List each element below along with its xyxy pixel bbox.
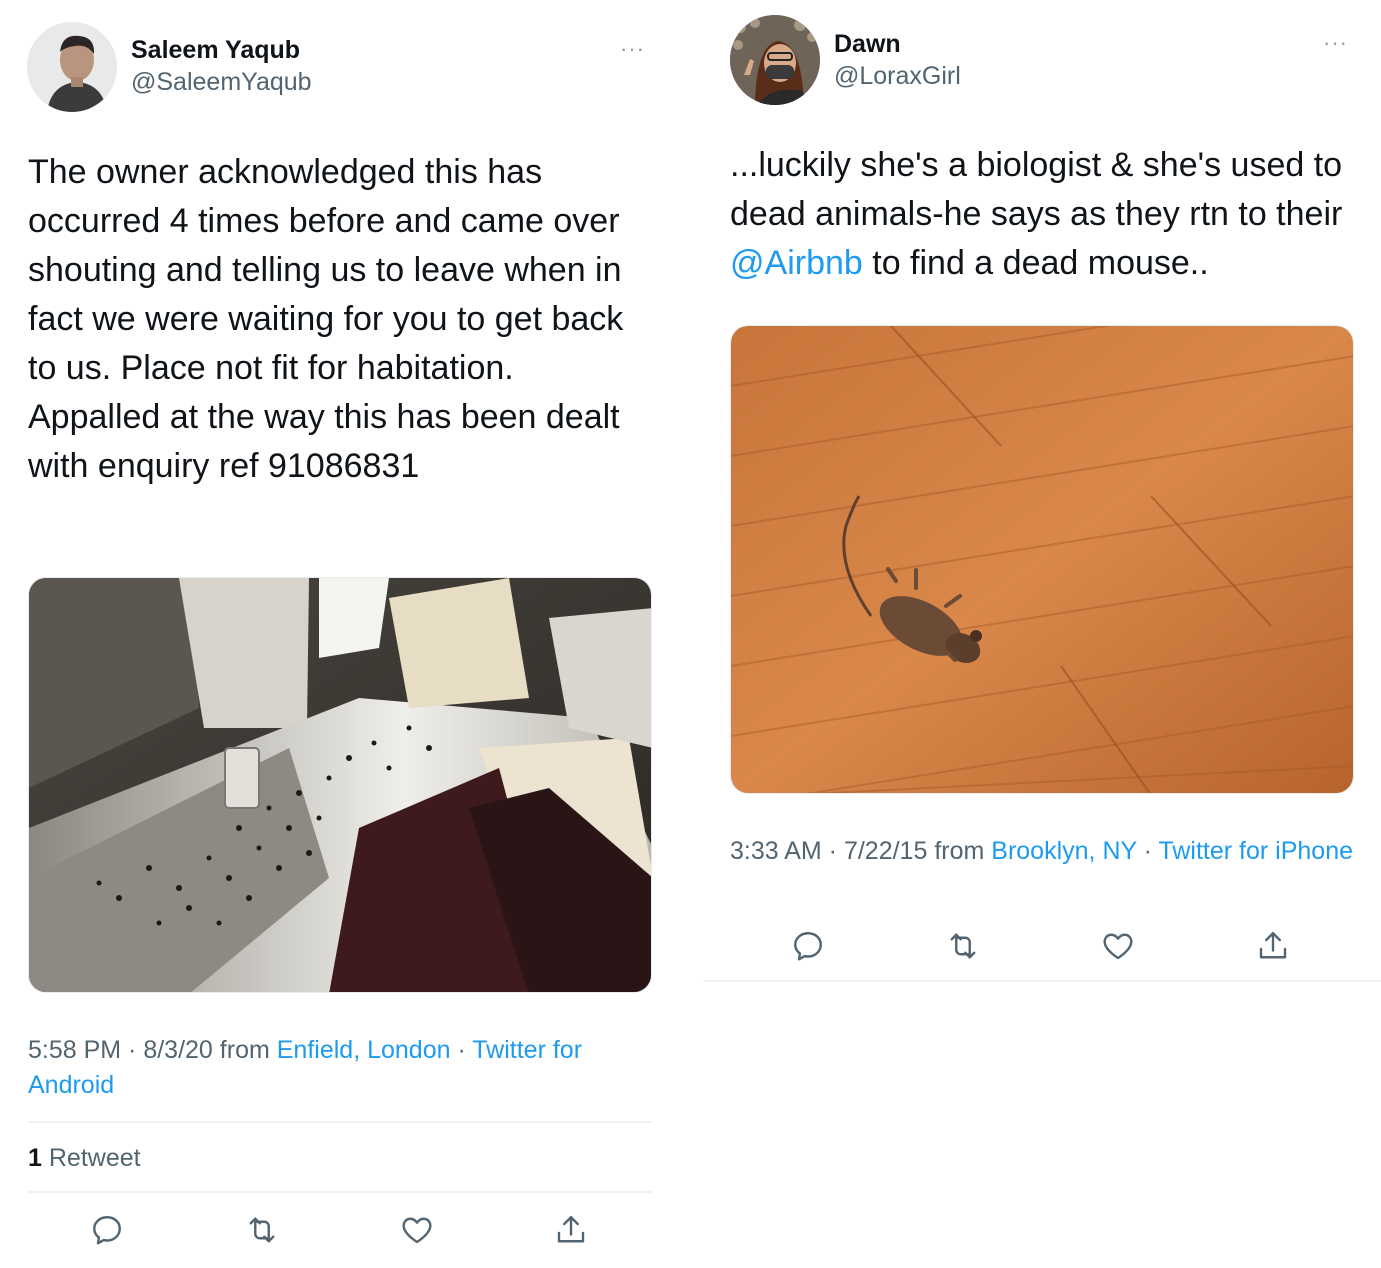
tweet-location-link[interactable]: Enfield, London xyxy=(277,1036,451,1064)
tweet-text-part: ...luckily she's a biologist & she's use… xyxy=(730,146,1343,233)
from-label: from xyxy=(219,1036,270,1064)
retweet-stats[interactable]: 1 Retweet xyxy=(28,1144,141,1173)
tweet-photo[interactable] xyxy=(28,577,652,993)
from-label: from xyxy=(934,837,985,865)
divider xyxy=(28,1121,652,1123)
tweet-location-link[interactable]: Brooklyn, NY xyxy=(991,837,1136,865)
retweet-button[interactable] xyxy=(242,1210,282,1250)
reply-icon xyxy=(93,1216,121,1245)
share-button[interactable] xyxy=(1253,926,1293,966)
divider xyxy=(703,980,1381,982)
divider xyxy=(28,1191,652,1193)
mouse-photo-image xyxy=(731,326,1353,793)
retweet-label: Retweet xyxy=(48,1144,141,1172)
author-handle[interactable]: @LoraxGirl xyxy=(834,62,961,91)
share-button[interactable] xyxy=(551,1210,591,1250)
tweet-photo[interactable] xyxy=(730,325,1354,794)
like-icon xyxy=(402,1217,432,1244)
avatar-image xyxy=(730,15,820,105)
like-icon xyxy=(1103,933,1133,960)
retweet-button[interactable] xyxy=(943,926,983,966)
share-icon xyxy=(557,1216,585,1243)
share-icon xyxy=(1259,932,1287,959)
tweet-right: Dawn @LoraxGirl ··· ...luckily she's a b… xyxy=(703,0,1381,990)
avatar-image xyxy=(27,22,117,112)
retweet-icon xyxy=(950,933,976,959)
tweet-time[interactable]: 3:33 AM xyxy=(730,837,822,865)
author-handle[interactable]: @SaleemYaqub xyxy=(131,68,312,97)
avatar-dawn[interactable] xyxy=(730,15,820,105)
tweet-text: ...luckily she's a biologist & she's use… xyxy=(730,141,1360,288)
tweet-text-part: to find a dead mouse.. xyxy=(862,244,1209,282)
tweet-time[interactable]: 5:58 PM xyxy=(28,1036,121,1064)
retweet-icon xyxy=(249,1217,275,1243)
tweet-meta: 5:58 PM · 8/3/20 from Enfield, London · … xyxy=(28,1036,583,1099)
tweet-date[interactable]: 7/22/15 xyxy=(844,837,927,865)
author-name[interactable]: Saleem Yaqub xyxy=(131,36,300,65)
like-button[interactable] xyxy=(397,1210,437,1250)
reply-button[interactable] xyxy=(788,926,828,966)
avatar-saleem[interactable] xyxy=(27,22,117,112)
tweet-text: The owner acknowledged this has occurred… xyxy=(28,153,624,485)
author-name[interactable]: Dawn xyxy=(834,30,901,59)
mention-link[interactable]: @Airbnb xyxy=(730,244,863,282)
more-options-icon[interactable]: ··· xyxy=(620,36,645,62)
tweet-date[interactable]: 8/3/20 xyxy=(143,1036,213,1064)
more-options-icon[interactable]: ··· xyxy=(1323,30,1348,56)
panel-gap xyxy=(683,0,703,1268)
tweet-left: Saleem Yaqub @SaleemYaqub ··· The owner … xyxy=(0,0,680,1268)
reply-icon xyxy=(794,932,822,961)
like-button[interactable] xyxy=(1098,926,1138,966)
reply-button[interactable] xyxy=(87,1210,127,1250)
tweet-client-link[interactable]: Twitter for iPhone xyxy=(1158,837,1353,865)
retweet-count: 1 xyxy=(28,1144,42,1172)
tweet-meta: 3:33 AM · 7/22/15 from Brooklyn, NY · Tw… xyxy=(730,837,1354,865)
room-photo-image xyxy=(29,578,651,992)
